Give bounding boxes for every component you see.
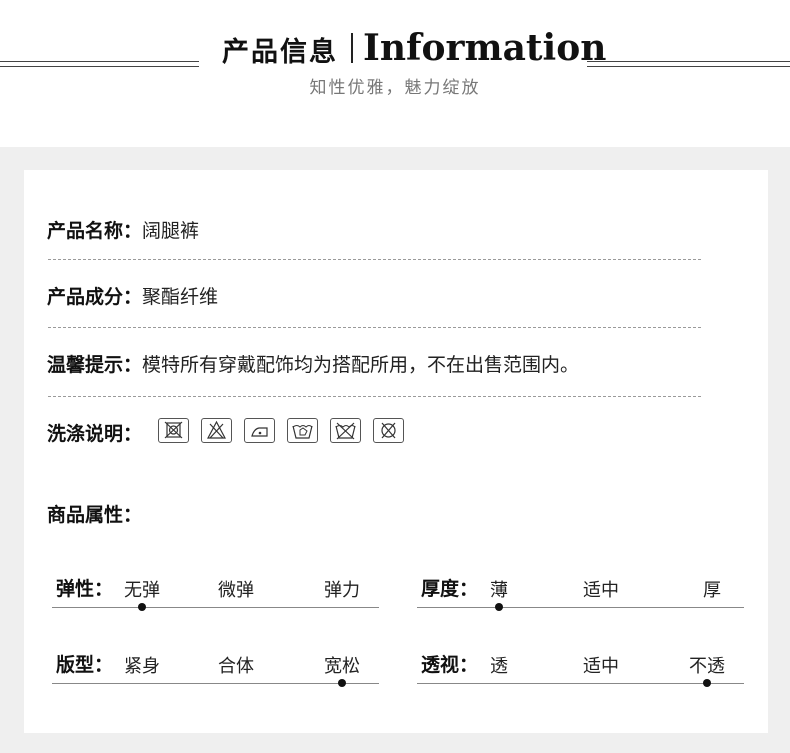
scale-option: 紧身 [124,656,160,677]
scale-marker [495,603,503,611]
scale-option: 无弹 [124,580,160,601]
info-value: 聚酯纤维 [142,286,219,308]
info-row-material: 产品成分：聚酯纤维 [47,282,218,309]
scale-transparency: 透视： 透 适中 不透 [417,648,744,688]
info-row-name: 产品名称：阔腿裤 [47,216,199,243]
info-row-notice: 温馨提示：模特所有穿戴配饰均为搭配所用，不在出售范围内。 [47,350,579,377]
scale-label: 版型： [56,654,114,676]
do-not-wash-icon [330,418,361,443]
wash-label: 洗涤说明： [47,423,143,445]
scale-option: 不透 [689,656,725,677]
row-divider [48,396,701,397]
info-value: 模特所有穿戴配饰均为搭配所用，不在出售范围内。 [142,354,580,376]
scale-fit: 版型： 紧身 合体 宽松 [52,648,379,688]
scale-option: 透 [490,656,508,677]
title-en: Information [363,27,607,69]
scale-option: 适中 [583,580,619,601]
scale-option: 合体 [218,656,254,677]
header-rule-right [587,61,790,67]
scale-elasticity: 弹性： 无弹 微弹 弹力 [52,572,379,612]
scale-option: 弹力 [324,580,360,601]
row-divider [48,259,701,260]
title-cn: 产品信息 [222,37,338,68]
subtitle: 知性优雅，魅力绽放 [309,78,481,98]
scale-label: 透视： [421,654,479,676]
scale-option: 适中 [583,656,619,677]
content-frame: 产品名称：阔腿裤 产品成分：聚酯纤维 温馨提示：模特所有穿戴配饰均为搭配所用，不… [0,147,790,753]
scale-option: 微弹 [218,580,254,601]
info-label: 产品名称： [47,220,143,242]
scale-label: 弹性： [56,578,114,600]
scale-marker [703,679,711,687]
scale-option: 宽松 [324,656,360,677]
scale-option: 厚 [703,580,721,601]
scale-thickness: 厚度： 薄 适中 厚 [417,572,744,612]
scale-label: 厚度： [421,578,479,600]
header-rule-left [0,61,199,67]
row-divider [48,327,701,328]
no-tumble-dry-icon [158,418,189,443]
do-not-dry-clean-icon [373,418,404,443]
do-not-bleach-icon [201,418,232,443]
info-card: 产品名称：阔腿裤 产品成分：聚酯纤维 温馨提示：模特所有穿戴配饰均为搭配所用，不… [24,170,768,733]
scale-track [417,683,744,684]
scale-track [52,607,379,608]
scale-marker [338,679,346,687]
title-divider [351,33,353,63]
header: 产品信息 Information 知性优雅，魅力绽放 [0,0,790,147]
hand-wash-icon [287,418,318,443]
scale-track [417,607,744,608]
scale-option: 薄 [490,580,508,601]
info-value: 阔腿裤 [142,220,200,242]
scale-track [52,683,379,684]
info-label: 温馨提示： [47,354,143,376]
attributes-title: 商品属性： [47,504,143,526]
info-row-wash: 洗涤说明： [47,419,142,446]
low-iron-icon [244,418,275,443]
scale-marker [138,603,146,611]
info-label: 产品成分： [47,286,143,308]
